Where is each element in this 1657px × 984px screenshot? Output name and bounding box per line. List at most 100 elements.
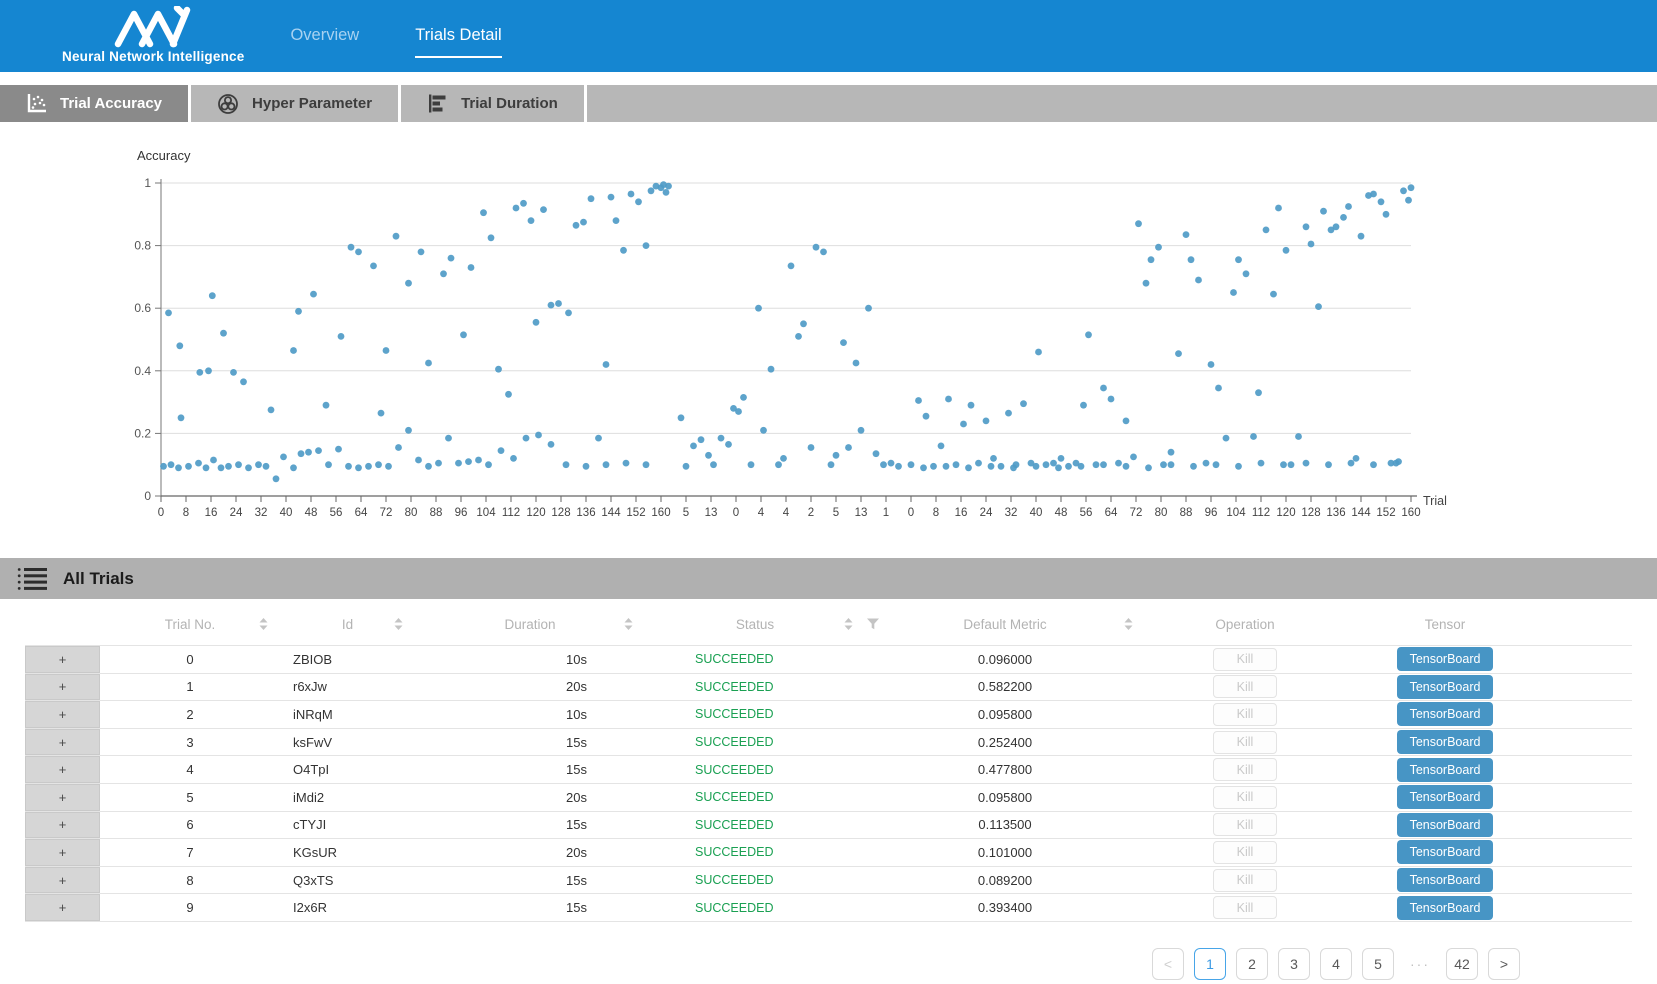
tab-trial-duration[interactable]: Trial Duration <box>401 85 587 122</box>
row-expander-button[interactable]: + <box>25 812 100 839</box>
kill-button[interactable]: Kill <box>1213 786 1277 809</box>
tensorboard-button[interactable]: TensorBoard <box>1397 675 1493 699</box>
kill-button[interactable]: Kill <box>1213 869 1277 892</box>
cell-trial-id: iMdi2 <box>280 790 415 805</box>
svg-text:88: 88 <box>1180 507 1193 519</box>
svg-text:120: 120 <box>526 507 545 519</box>
svg-text:128: 128 <box>1301 507 1320 519</box>
cell-default-metric: 0.101000 <box>865 845 1145 860</box>
table-body: +0ZBIOB10sSUCCEEDED0.096000KillTensorBoa… <box>25 645 1632 922</box>
sort-icon[interactable] <box>394 618 403 630</box>
svg-text:13: 13 <box>855 507 868 519</box>
svg-text:112: 112 <box>1252 507 1270 519</box>
svg-text:56: 56 <box>330 507 343 519</box>
page-button-2[interactable]: 2 <box>1236 948 1268 980</box>
cell-trial-id: KGsUR <box>280 845 415 860</box>
column-label: Operation <box>1215 617 1274 632</box>
cell-operation: Kill <box>1145 896 1345 919</box>
kill-button[interactable]: Kill <box>1213 896 1277 919</box>
svg-text:112: 112 <box>502 507 520 519</box>
row-expander-button[interactable]: + <box>25 756 100 783</box>
svg-text:144: 144 <box>1351 507 1371 519</box>
row-expander-button[interactable]: + <box>25 839 100 866</box>
tensorboard-button[interactable]: TensorBoard <box>1397 647 1493 671</box>
status-badge: SUCCEEDED <box>645 763 865 777</box>
row-expander-button[interactable]: + <box>25 729 100 756</box>
status-badge: SUCCEEDED <box>645 707 865 721</box>
svg-text:40: 40 <box>1030 507 1043 519</box>
svg-text:136: 136 <box>576 507 595 519</box>
sort-icon[interactable] <box>1124 618 1133 630</box>
page-button-3[interactable]: 3 <box>1278 948 1310 980</box>
svg-text:0.6: 0.6 <box>134 301 151 315</box>
cell-duration: 15s <box>415 762 645 777</box>
svg-text:24: 24 <box>230 507 243 519</box>
cell-default-metric: 0.089200 <box>865 873 1145 888</box>
svg-text:128: 128 <box>551 507 570 519</box>
svg-text:144: 144 <box>601 507 621 519</box>
cell-duration: 20s <box>415 679 645 694</box>
row-expander-button[interactable]: + <box>25 894 100 921</box>
cell-operation: Kill <box>1145 786 1345 809</box>
tensorboard-button[interactable]: TensorBoard <box>1397 730 1493 754</box>
table-row: +1r6xJw20sSUCCEEDED0.582200KillTensorBoa… <box>25 674 1632 702</box>
tensorboard-button[interactable]: TensorBoard <box>1397 785 1493 809</box>
kill-button[interactable]: Kill <box>1213 841 1277 864</box>
column-header-tensor: Tensor <box>1345 617 1545 632</box>
sort-icon[interactable] <box>624 618 633 630</box>
nni-logo[interactable]: Neural Network Intelligence <box>62 6 244 64</box>
row-expander-button[interactable]: + <box>25 646 100 673</box>
tensorboard-button[interactable]: TensorBoard <box>1397 702 1493 726</box>
kill-button[interactable]: Kill <box>1213 731 1277 754</box>
all-trials-table: Trial No.IdDurationStatusDefault MetricO… <box>0 603 1657 922</box>
row-expander-button[interactable]: + <box>25 867 100 894</box>
nav-tab-trials-detail[interactable]: Trials Detail <box>415 26 502 58</box>
svg-text:13: 13 <box>705 507 718 519</box>
page-button-42[interactable]: 42 <box>1446 948 1478 980</box>
top-navbar: Neural Network Intelligence Overview Tria… <box>0 0 1657 72</box>
tensorboard-button[interactable]: TensorBoard <box>1397 758 1493 782</box>
page-button-5[interactable]: 5 <box>1362 948 1394 980</box>
tab-hyper-parameter[interactable]: Hyper Parameter <box>191 85 401 122</box>
row-expander-button[interactable]: + <box>25 784 100 811</box>
svg-text:0: 0 <box>908 507 914 519</box>
sort-icon[interactable] <box>844 618 853 630</box>
page-button-1[interactable]: 1 <box>1194 948 1226 980</box>
cell-default-metric: 0.095800 <box>865 790 1145 805</box>
tensorboard-button[interactable]: TensorBoard <box>1397 813 1493 837</box>
tensorboard-button[interactable]: TensorBoard <box>1397 896 1493 920</box>
svg-text:96: 96 <box>455 507 468 519</box>
list-icon <box>17 566 49 592</box>
cell-trial-no: 8 <box>100 873 280 888</box>
kill-button[interactable]: Kill <box>1213 703 1277 726</box>
duration-bars-icon <box>427 93 448 114</box>
kill-button[interactable]: Kill <box>1213 675 1277 698</box>
prev-page-button: < <box>1152 948 1184 980</box>
nav-tab-overview[interactable]: Overview <box>290 26 359 58</box>
tab-label: Trial Duration <box>461 95 558 112</box>
next-page-button[interactable]: > <box>1488 948 1520 980</box>
column-label: Trial No. <box>165 617 216 632</box>
column-label: Default Metric <box>963 617 1046 632</box>
row-expander-button[interactable]: + <box>25 701 100 728</box>
cell-tensor: TensorBoard <box>1345 730 1545 754</box>
svg-text:48: 48 <box>1055 507 1068 519</box>
kill-button[interactable]: Kill <box>1213 758 1277 781</box>
cell-tensor: TensorBoard <box>1345 675 1545 699</box>
kill-button[interactable]: Kill <box>1213 813 1277 836</box>
cell-duration: 20s <box>415 845 645 860</box>
cell-tensor: TensorBoard <box>1345 758 1545 782</box>
svg-text:160: 160 <box>1401 507 1420 519</box>
cell-trial-no: 3 <box>100 735 280 750</box>
cell-trial-no: 9 <box>100 900 280 915</box>
page-button-4[interactable]: 4 <box>1320 948 1352 980</box>
kill-button[interactable]: Kill <box>1213 648 1277 671</box>
all-trials-section-bar: All Trials <box>0 558 1657 599</box>
cell-trial-no: 2 <box>100 707 280 722</box>
sort-icon[interactable] <box>259 618 268 630</box>
tab-trial-accuracy[interactable]: Trial Accuracy <box>0 85 191 122</box>
pagination: <12345···42> <box>0 948 1520 980</box>
tensorboard-button[interactable]: TensorBoard <box>1397 840 1493 864</box>
row-expander-button[interactable]: + <box>25 674 100 701</box>
tensorboard-button[interactable]: TensorBoard <box>1397 868 1493 892</box>
